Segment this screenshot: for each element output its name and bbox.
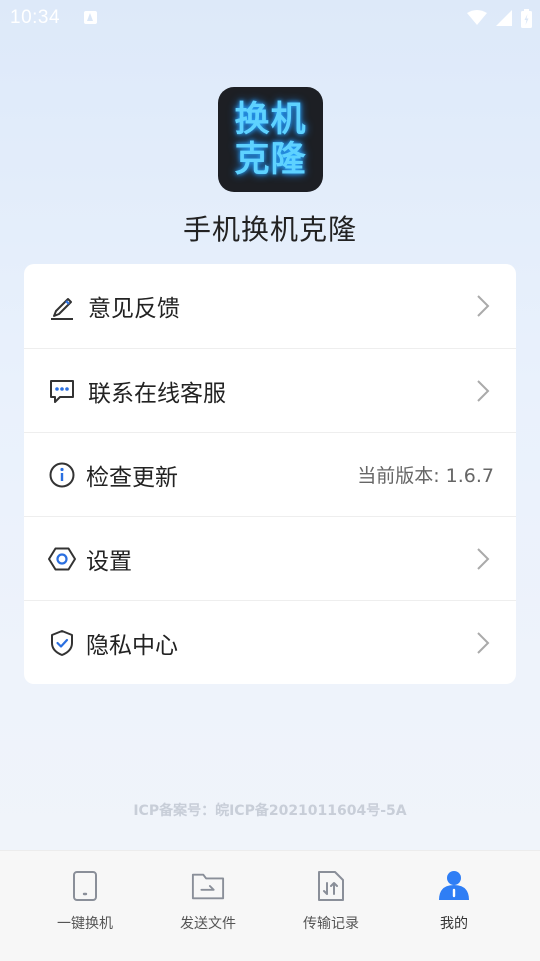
nav-item-label: 一键换机	[57, 916, 113, 932]
nav-item-transfer-record[interactable]: 传输记录	[271, 869, 391, 939]
menu-item-label: 联系在线客服	[88, 380, 226, 407]
nav-item-mine[interactable]: 我的	[394, 869, 514, 939]
app-logo: 换机 克隆	[218, 87, 323, 192]
menu-item-settings[interactable]: 设置	[24, 516, 516, 600]
chevron-right-icon	[477, 295, 490, 317]
menu-item-privacy-center[interactable]: 隐私中心	[24, 600, 516, 684]
nav-item-send-file[interactable]: 发送文件	[148, 869, 268, 939]
chat-bubble-icon	[48, 377, 76, 405]
notification-icon	[84, 11, 97, 24]
icp-record: ICP备案号：皖ICP备2021011604号-5A	[133, 803, 407, 819]
info-icon	[48, 461, 76, 489]
menu-item-check-update[interactable]: 检查更新 当前版本: 1.6.7	[24, 432, 516, 516]
chevron-right-icon	[477, 631, 490, 654]
menu-item-label: 检查更新	[86, 464, 178, 491]
wifi-icon	[467, 10, 487, 25]
user-icon	[437, 869, 471, 903]
nav-item-label: 传输记录	[303, 916, 359, 932]
status-time: 10:34	[10, 7, 61, 28]
nav-item-label: 发送文件	[180, 916, 236, 932]
phone-icon	[68, 869, 102, 903]
signal-icon	[496, 10, 512, 26]
status-bar: 10:34	[0, 0, 540, 36]
menu-item-label: 设置	[86, 548, 132, 575]
shield-check-icon	[48, 629, 76, 657]
logo-text-line1: 换机	[234, 99, 307, 140]
nav-item-one-click-switch[interactable]: 一键换机	[25, 869, 145, 939]
menu-item-label: 隐私中心	[86, 632, 178, 659]
menu-item-feedback[interactable]: 意见反馈	[24, 264, 516, 348]
file-transfer-icon	[314, 869, 348, 903]
hexagon-settings-icon	[48, 545, 76, 573]
chevron-right-icon	[477, 547, 490, 570]
pencil-icon	[48, 292, 76, 320]
status-icons	[467, 8, 532, 28]
menu-card: 意见反馈 联系在线客服 检查更新 当前版本: 1.6.7 设置 隐私中心	[24, 264, 516, 684]
current-version: 当前版本: 1.6.7	[357, 465, 494, 487]
menu-item-online-service[interactable]: 联系在线客服	[24, 348, 516, 432]
app-name: 手机换机克隆	[182, 213, 357, 246]
nav-item-label: 我的	[440, 916, 468, 932]
folder-send-icon	[191, 869, 225, 903]
battery-icon	[521, 8, 532, 28]
menu-item-label: 意见反馈	[88, 296, 180, 322]
chevron-right-icon	[477, 379, 490, 402]
logo-text-line2: 克隆	[234, 139, 307, 180]
bottom-nav: 一键换机 发送文件 传输记录 我的	[0, 850, 540, 961]
